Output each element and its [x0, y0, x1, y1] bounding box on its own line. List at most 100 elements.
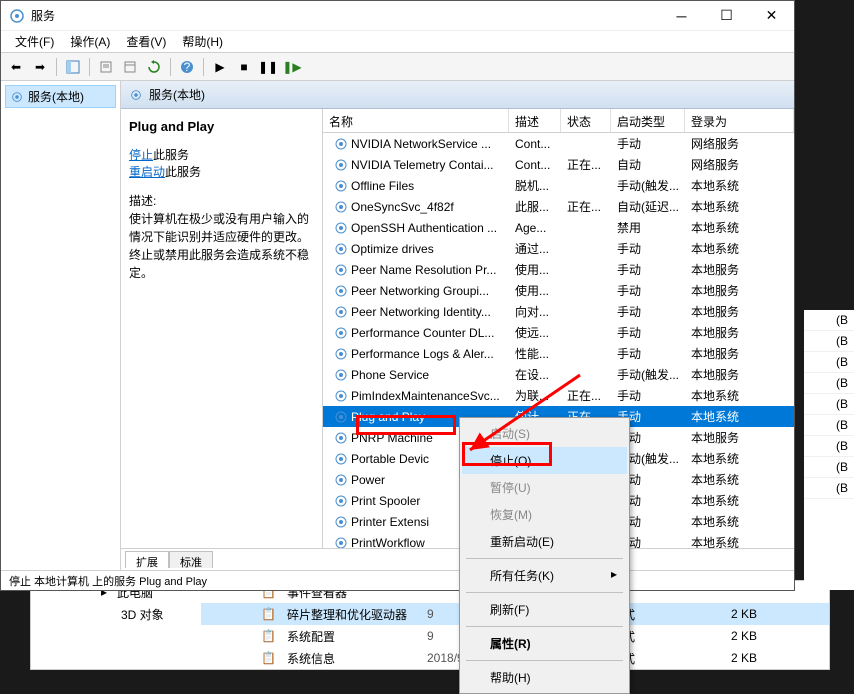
pause-service-button[interactable]: ❚❚	[257, 56, 279, 78]
toolbar: ⬅ ➡ ? ▶ ■ ❚❚ ❚▶	[1, 53, 794, 81]
ctx-alltasks[interactable]: 所有任务(K)▸	[462, 562, 627, 589]
ctx-help[interactable]: 帮助(H)	[462, 664, 627, 691]
menu-action[interactable]: 操作(A)	[64, 31, 116, 52]
refresh-button[interactable]	[143, 56, 165, 78]
service-logon: 本地系统	[685, 177, 794, 194]
service-row[interactable]: NVIDIA Telemetry Contai...Cont...正在...自动…	[323, 154, 794, 175]
detail-pane: Plug and Play 停止此服务 重启动此服务 描述: 使计算机在极少或没…	[121, 109, 323, 548]
context-menu: 启动(S) 停止(O) 暂停(U) 恢复(M) 重新启动(E) 所有任务(K)▸…	[459, 417, 630, 694]
service-logon: 本地服务	[685, 345, 794, 362]
view-tabs: 扩展 标准	[121, 548, 794, 570]
service-desc: 脱机...	[509, 177, 561, 194]
column-headers: 名称 描述 状态 启动类型 登录为	[323, 109, 794, 133]
service-start: 自动	[611, 156, 685, 173]
service-row[interactable]: Performance Logs & Aler...性能...手动本地服务	[323, 343, 794, 364]
service-logon: 本地系统	[685, 513, 794, 530]
service-desc: Cont...	[509, 137, 561, 151]
service-start: 手动(触发...	[611, 177, 685, 194]
service-row[interactable]: Offline Files脱机...手动(触发...本地系统	[323, 175, 794, 196]
service-name: OneSyncSvc_4f82f	[351, 200, 454, 214]
service-desc: 向对...	[509, 303, 561, 320]
service-row[interactable]: Peer Networking Groupi...使用...手动本地服务	[323, 280, 794, 301]
stop-link[interactable]: 停止	[129, 148, 153, 162]
help-button[interactable]: ?	[176, 56, 198, 78]
desc-label: 描述:	[129, 194, 156, 208]
service-logon: 本地系统	[685, 450, 794, 467]
back-button[interactable]: ⬅	[5, 56, 27, 78]
ctx-restart[interactable]: 重新启动(E)	[462, 528, 627, 555]
service-row[interactable]: Optimize drives通过...手动本地系统	[323, 238, 794, 259]
service-name: OpenSSH Authentication ...	[351, 221, 497, 235]
maximize-button[interactable]: ☐	[704, 1, 749, 31]
content-header: 服务(本地)	[121, 81, 794, 109]
ctx-refresh[interactable]: 刷新(F)	[462, 596, 627, 623]
service-row[interactable]: Phone Service在设...手动(触发...本地服务	[323, 364, 794, 385]
statusbar: 停止 本地计算机 上的服务 Plug and Play	[1, 570, 794, 590]
service-row[interactable]: OneSyncSvc_4f82f此服...正在...自动(延迟...本地系统	[323, 196, 794, 217]
service-start: 手动	[611, 240, 685, 257]
menu-view[interactable]: 查看(V)	[120, 31, 172, 52]
close-button[interactable]: ✕	[749, 1, 794, 31]
service-status: 正在...	[561, 156, 611, 173]
stop-service-button[interactable]: ■	[233, 56, 255, 78]
menu-file[interactable]: 文件(F)	[9, 31, 60, 52]
menu-help[interactable]: 帮助(H)	[176, 31, 229, 52]
service-start: 禁用	[611, 219, 685, 236]
service-name: Optimize drives	[351, 242, 434, 256]
nav-item-services-local[interactable]: 服务(本地)	[5, 85, 116, 108]
service-name: Portable Devic	[351, 452, 429, 466]
service-start: 手动	[611, 387, 685, 404]
service-name: Peer Networking Identity...	[351, 305, 491, 319]
selected-service-title: Plug and Play	[129, 119, 314, 134]
service-name: Phone Service	[351, 368, 429, 382]
ctx-stop[interactable]: 停止(O)	[462, 447, 627, 474]
show-hide-tree-button[interactable]	[62, 56, 84, 78]
ctx-pause: 暂停(U)	[462, 474, 627, 501]
service-desc: Age...	[509, 221, 561, 235]
service-status: 正在...	[561, 198, 611, 215]
service-logon: 本地系统	[685, 240, 794, 257]
col-desc[interactable]: 描述	[509, 109, 561, 132]
restart-service-button[interactable]: ❚▶	[281, 56, 303, 78]
col-name[interactable]: 名称	[323, 109, 509, 132]
ctx-resume: 恢复(M)	[462, 501, 627, 528]
tab-extended[interactable]: 扩展	[125, 551, 169, 568]
service-start: 手动	[611, 324, 685, 341]
desc-text: 使计算机在极少或没有用户输入的情况下能识别并适应硬件的更改。终止或禁用此服务会造…	[129, 212, 309, 280]
service-row[interactable]: PimIndexMaintenanceSvc...为联...正在...手动本地系…	[323, 385, 794, 406]
service-desc: 在设...	[509, 366, 561, 383]
service-row[interactable]: NVIDIA NetworkService ...Cont...手动网络服务	[323, 133, 794, 154]
minimize-button[interactable]: ─	[659, 1, 704, 31]
start-service-button[interactable]: ▶	[209, 56, 231, 78]
service-start: 手动(触发...	[611, 366, 685, 383]
service-desc: 使用...	[509, 261, 561, 278]
service-row[interactable]: Performance Counter DL...使远...手动本地服务	[323, 322, 794, 343]
service-start: 自动(延迟...	[611, 198, 685, 215]
service-start: 手动	[611, 135, 685, 152]
service-row[interactable]: Peer Networking Identity...向对...手动本地服务	[323, 301, 794, 322]
ctx-properties[interactable]: 属性(R)	[462, 630, 627, 657]
service-desc: 性能...	[509, 345, 561, 362]
service-desc: 使远...	[509, 324, 561, 341]
col-logon[interactable]: 登录为	[685, 109, 794, 132]
export-button[interactable]	[95, 56, 117, 78]
service-logon: 本地服务	[685, 261, 794, 278]
gear-icon	[10, 90, 24, 104]
forward-button[interactable]: ➡	[29, 56, 51, 78]
properties-button[interactable]	[119, 56, 141, 78]
service-start: 手动	[611, 345, 685, 362]
col-status[interactable]: 状态	[561, 109, 611, 132]
service-row[interactable]: Peer Name Resolution Pr...使用...手动本地服务	[323, 259, 794, 280]
service-name: Print Spooler	[351, 494, 420, 508]
service-logon: 本地服务	[685, 282, 794, 299]
service-logon: 本地系统	[685, 408, 794, 425]
col-start[interactable]: 启动类型	[611, 109, 685, 132]
restart-link[interactable]: 重启动	[129, 165, 165, 179]
services-icon	[9, 8, 25, 24]
service-start: 手动	[611, 261, 685, 278]
service-logon: 网络服务	[685, 135, 794, 152]
service-row[interactable]: OpenSSH Authentication ...Age...禁用本地系统	[323, 217, 794, 238]
service-name: PNRP Machine	[351, 431, 433, 445]
window-title: 服务	[31, 7, 659, 24]
tab-standard[interactable]: 标准	[169, 551, 213, 568]
